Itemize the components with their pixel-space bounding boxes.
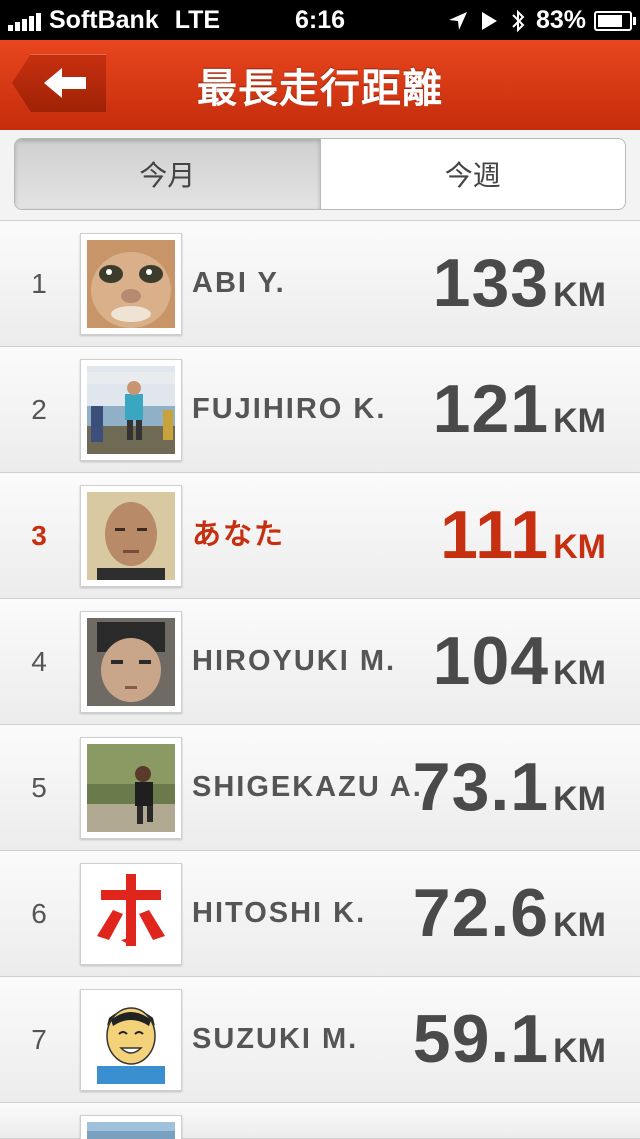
status-right: 83% [448,6,636,35]
list-item-partial[interactable] [0,1103,640,1139]
cat-photo-avatar [87,240,175,328]
distance-unit: KM [553,528,606,566]
distance-number: 59.1 [412,1001,550,1077]
avatar [80,233,182,335]
distance-number: 104 [432,623,550,699]
play-icon [481,11,497,30]
distance-number: 121 [432,371,550,447]
rank-number: 2 [31,394,47,425]
runner-name: SHIGEKAZU A. [192,771,423,803]
battery-percent: 83% [535,6,586,34]
period-segmented-control: 今月 今週 [14,138,626,210]
distance-number: 111 [440,497,550,573]
distance-number: 73.1 [412,749,550,825]
distance-unit: KM [553,402,606,440]
nav-header: 最長走行距離 [0,40,640,131]
distance-value: 59.1 KM [413,977,606,1102]
location-icon [448,11,467,30]
distance-value: 121 KM [433,347,606,472]
bluetooth-icon [512,9,525,32]
distance-unit: KM [553,654,606,692]
page-title: 最長走行距離 [197,67,443,111]
tab-this-week[interactable]: 今週 [319,139,626,209]
face-photo-avatar [87,618,175,706]
rank-number: 6 [31,898,47,929]
distance-unit: KM [553,780,606,818]
distance-unit: KM [553,906,606,944]
list-item[interactable]: 5 SHIGEKAZU A. 73.1 KM [0,725,640,851]
runner-name: HITOSHI K. [192,897,367,929]
list-item[interactable]: 7 SUZUKI M. 59.1 KM [0,977,640,1103]
distance-unit: KM [553,276,606,314]
runner-name: SUZUKI M. [192,1023,359,1055]
distance-value: 104 KM [433,599,606,724]
avatar [80,989,182,1091]
distance-value: 72.6 KM [413,851,606,976]
list-item[interactable]: 1 ABI Y. 133 KM [0,221,640,347]
list-item[interactable]: 6 HITOSHI K. 72.6 KM [0,851,640,977]
runner-name: HIROYUKI M. [192,645,397,677]
list-item-current-user[interactable]: 3 あなた 111 KM [0,473,640,599]
list-item[interactable]: 4 HIROYUKI M. 104 KM [0,599,640,725]
distance-value: 133 KM [433,221,606,346]
period-selector-bar: 今月 今週 [0,130,640,221]
tab-this-month[interactable]: 今月 [15,139,320,209]
distance-number: 72.6 [412,875,550,951]
rank-number: 4 [31,646,47,677]
battery-icon [594,10,636,31]
katakana-ho-logo-avatar [87,870,175,958]
avatar [80,863,182,965]
runner-photo-avatar [87,744,175,832]
runner-photo-avatar [87,366,175,454]
avatar [80,1115,182,1139]
avatar [80,485,182,587]
cartoon-face-avatar [87,996,175,1084]
face-photo-avatar [87,492,175,580]
status-bar: SoftBank LTE 6:16 83% [0,0,640,40]
avatar [80,737,182,839]
rank-number: 3 [31,520,47,551]
avatar [80,611,182,713]
runner-name: ABI Y. [192,267,286,299]
list-item[interactable]: 2 FUJIHIRO K. 121 KM [0,347,640,473]
rank-number: 1 [31,268,47,299]
rank-number: 5 [31,772,47,803]
runner-name: FUJIHIRO K. [192,393,387,425]
avatar [80,359,182,461]
distance-value: 73.1 KM [413,725,606,850]
photo-avatar [87,1122,175,1139]
distance-unit: KM [553,1032,606,1070]
runner-name: あなた [192,519,286,551]
distance-number: 133 [432,245,550,321]
rank-number: 7 [31,1024,47,1055]
leaderboard-list: 1 ABI Y. 133 KM 2 FUJIHIRO K. 121 KM 3 あ… [0,221,640,1139]
distance-value: 111 KM [440,473,606,598]
